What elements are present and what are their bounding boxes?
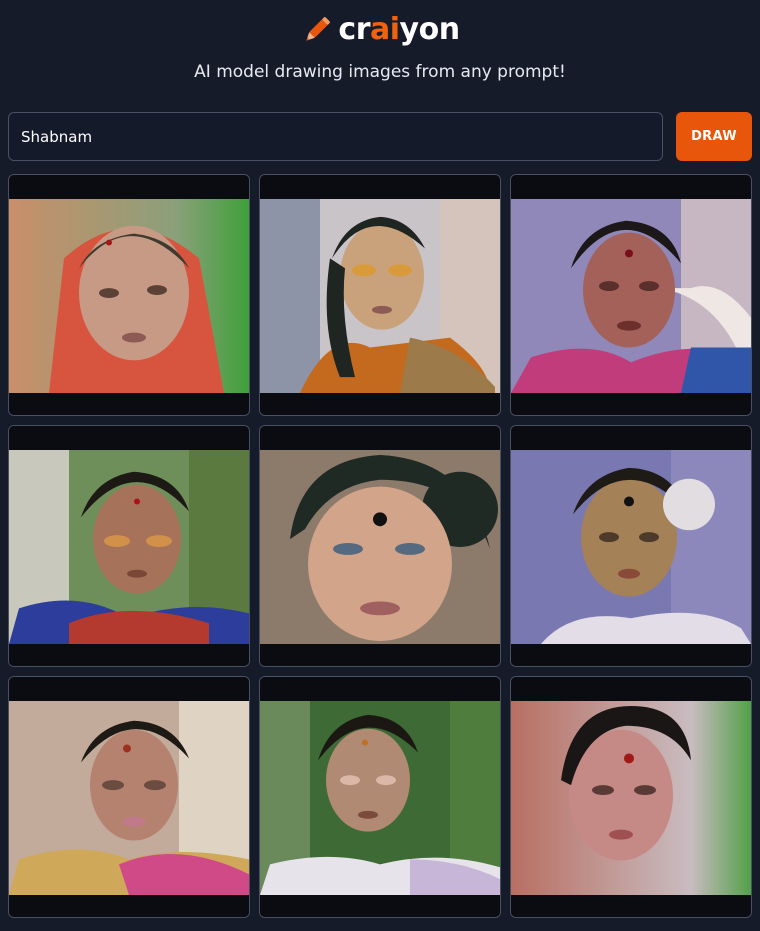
pencil-icon (300, 13, 334, 47)
image-grid (8, 174, 752, 918)
generated-image[interactable] (259, 425, 501, 667)
generated-image[interactable] (259, 676, 501, 918)
generated-image[interactable] (510, 425, 752, 667)
generated-image[interactable] (8, 676, 250, 918)
generated-image[interactable] (8, 425, 250, 667)
header: craiyon AI model drawing images from any… (0, 0, 760, 100)
craiyon-logo[interactable]: craiyon (0, 10, 760, 50)
generated-image[interactable] (510, 174, 752, 416)
logo-text: craiyon (338, 12, 460, 47)
tagline: AI model drawing images from any prompt! (194, 62, 566, 82)
generated-image[interactable] (8, 174, 250, 416)
prompt-input[interactable] (8, 112, 663, 161)
prompt-form: DRAW (8, 112, 752, 162)
draw-button[interactable]: DRAW (676, 112, 752, 161)
generated-image[interactable] (259, 174, 501, 416)
generated-image[interactable] (510, 676, 752, 918)
